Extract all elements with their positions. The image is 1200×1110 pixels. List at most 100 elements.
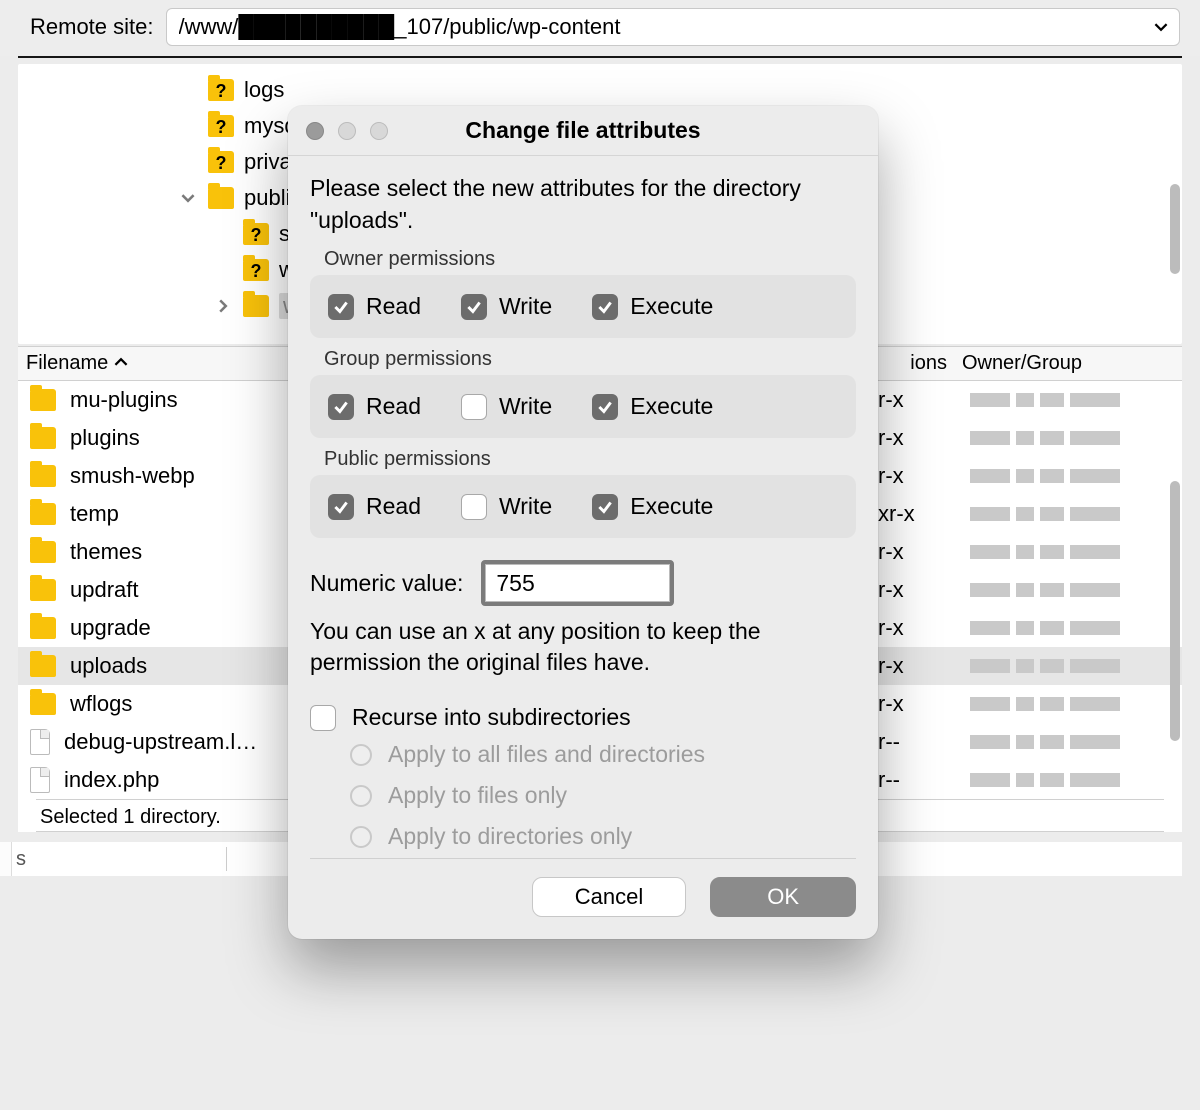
folder-icon: [30, 465, 56, 487]
radio-apply-files: Apply to files only: [350, 782, 856, 809]
ok-button[interactable]: OK: [710, 877, 856, 917]
file-name: mu-plugins: [70, 387, 178, 413]
bottom-stub: [0, 842, 12, 876]
column-owner[interactable]: Owner/Group: [962, 352, 1082, 375]
folder-icon: [30, 389, 56, 411]
folder-icon: [30, 617, 56, 639]
dialog-titlebar[interactable]: Change file attributes: [288, 106, 878, 156]
group-read[interactable]: Read: [328, 393, 421, 420]
checkbox-label: Write: [499, 493, 552, 520]
expand-toggle[interactable]: [213, 299, 233, 313]
file-owner: [970, 431, 1125, 445]
file-owner: [970, 735, 1125, 749]
file-permissions: r-x: [878, 615, 958, 641]
radio-button: [350, 785, 372, 807]
scrollbar-thumb[interactable]: [1170, 481, 1180, 741]
checkbox-label: Read: [366, 493, 421, 520]
public-read[interactable]: Read: [328, 493, 421, 520]
group-write[interactable]: Write: [461, 393, 552, 420]
file-permissions: r--: [878, 729, 958, 755]
file-name: uploads: [70, 653, 147, 679]
checkbox-label: Read: [366, 393, 421, 420]
tree-item-label: logs: [244, 77, 284, 103]
unknown-folder-icon: ?: [208, 79, 234, 101]
file-permissions: r-x: [878, 653, 958, 679]
file-owner: [970, 469, 1125, 483]
file-name: upgrade: [70, 615, 151, 641]
checkbox[interactable]: [328, 394, 354, 420]
sort-asc-icon: [114, 352, 128, 375]
checkbox[interactable]: [461, 394, 487, 420]
checkbox-label: Execute: [630, 493, 713, 520]
tree-item-logs[interactable]: ? logs: [18, 72, 1182, 108]
owner-permissions-label: Owner permissions: [310, 248, 856, 271]
unknown-folder-icon: ?: [243, 259, 269, 281]
checkbox[interactable]: [592, 494, 618, 520]
file-permissions: r-x: [878, 387, 958, 413]
divider: [18, 56, 1182, 58]
recurse-row[interactable]: Recurse into subdirectories: [310, 704, 856, 731]
owner-execute[interactable]: Execute: [592, 293, 713, 320]
dialog-intro: Please select the new attributes for the…: [310, 172, 856, 236]
file-name: debug-upstream.l…: [64, 729, 257, 755]
remote-site-dropdown[interactable]: [1146, 12, 1176, 42]
checkbox[interactable]: [461, 294, 487, 320]
file-owner: [970, 583, 1125, 597]
file-icon: [30, 729, 50, 755]
tree-scrollbar[interactable]: [1168, 64, 1182, 344]
dialog-body: Please select the new attributes for the…: [288, 156, 878, 939]
collapse-toggle[interactable]: [178, 191, 198, 205]
remote-site-field: [166, 8, 1181, 46]
file-permissions: r-x: [878, 691, 958, 717]
public-permissions-label: Public permissions: [310, 448, 856, 471]
radio-apply-all: Apply to all files and directories: [350, 741, 856, 768]
column-permissions[interactable]: ions: [910, 352, 947, 375]
owner-permissions-box: Read Write Execute: [310, 275, 856, 338]
recurse-checkbox[interactable]: [310, 705, 336, 731]
folder-icon: [30, 693, 56, 715]
scrollbar-thumb[interactable]: [1170, 184, 1180, 274]
folder-icon: [30, 655, 56, 677]
bottom-divider: [226, 847, 227, 871]
cancel-button[interactable]: Cancel: [532, 877, 686, 917]
folder-icon: [30, 503, 56, 525]
file-name: temp: [70, 501, 119, 527]
public-write[interactable]: Write: [461, 493, 552, 520]
file-owner: [970, 393, 1125, 407]
file-permissions: xr-x: [878, 501, 958, 527]
list-scrollbar[interactable]: [1168, 381, 1182, 799]
folder-icon: [30, 427, 56, 449]
public-permissions-box: Read Write Execute: [310, 475, 856, 538]
folder-icon: [243, 295, 269, 317]
unknown-folder-icon: ?: [243, 223, 269, 245]
dialog-title: Change file attributes: [288, 117, 878, 144]
checkbox[interactable]: [592, 394, 618, 420]
column-filename[interactable]: Filename: [18, 352, 298, 375]
numeric-value-row: Numeric value:: [310, 560, 856, 606]
checkbox[interactable]: [328, 294, 354, 320]
unknown-folder-icon: ?: [208, 115, 234, 137]
checkbox-label: Execute: [630, 393, 713, 420]
numeric-value-input[interactable]: [485, 564, 670, 602]
public-execute[interactable]: Execute: [592, 493, 713, 520]
owner-write[interactable]: Write: [461, 293, 552, 320]
checkbox[interactable]: [592, 294, 618, 320]
chevron-down-icon: [1154, 20, 1168, 34]
file-owner: [970, 545, 1125, 559]
owner-read[interactable]: Read: [328, 293, 421, 320]
remote-site-input[interactable]: [166, 8, 1181, 46]
group-execute[interactable]: Execute: [592, 393, 713, 420]
file-permissions: r-x: [878, 425, 958, 451]
file-icon: [30, 767, 50, 793]
remote-site-bar: Remote site:: [0, 0, 1200, 56]
radio-label: Apply to files only: [388, 782, 567, 809]
checkbox[interactable]: [461, 494, 487, 520]
radio-button: [350, 826, 372, 848]
checkbox-label: Write: [499, 393, 552, 420]
file-permissions: r--: [878, 767, 958, 793]
file-owner: [970, 621, 1125, 635]
numeric-value-label: Numeric value:: [310, 570, 463, 597]
checkbox[interactable]: [328, 494, 354, 520]
chevron-right-icon: [216, 299, 230, 313]
file-name: themes: [70, 539, 142, 565]
